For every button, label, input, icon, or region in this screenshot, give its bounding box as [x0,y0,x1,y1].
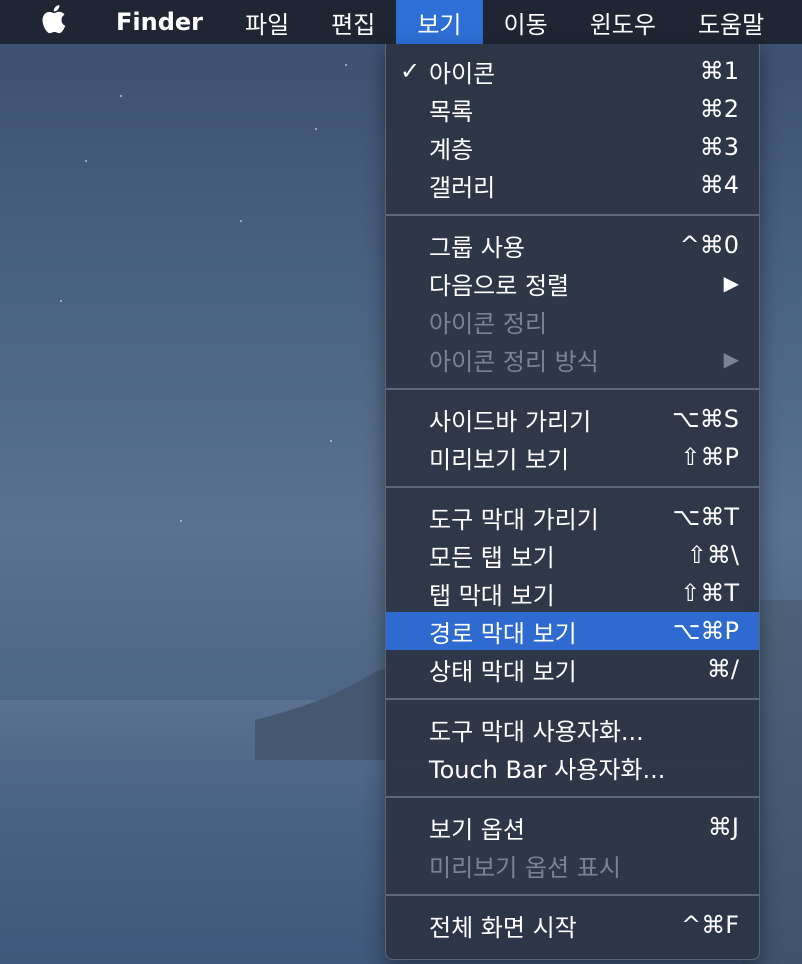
menu-item-shortcut: ⇧⌘T [680,579,739,607]
menu-item[interactable]: 갤러리 ⌘4 [386,166,759,204]
menu-item-shortcut: ⌥⌘P [672,617,739,645]
menu-item-shortcut: ^⌘0 [679,231,739,259]
menu-item: 아이콘 정리 방식 ▶ [386,340,759,378]
menu-separator [386,388,759,390]
menu-item-label: 아이콘 정리 [429,309,548,338]
menu-item-shortcut: ⇧⌘P [680,443,739,471]
menu-item[interactable]: 미리보기 보기 ⇧⌘P [386,438,759,476]
menu-finder[interactable]: Finder [90,0,224,44]
menu-item-label: 다음으로 정렬 [429,271,570,300]
menu-separator [386,214,759,216]
menu-item-label: 상태 막대 보기 [429,657,577,686]
menu-item[interactable]: 경로 막대 보기 ⌥⌘P [386,612,759,650]
menu-item-shortcut: ⌘1 [699,57,739,85]
menu-separator [386,894,759,896]
submenu-arrow-icon: ▶ [723,271,739,295]
menu-item[interactable]: 탭 막대 보기 ⇧⌘T [386,574,759,612]
menu-bar: Finder 파일 편집 보기 이동 윈도우 도움말 [0,0,802,44]
menu-item-label: 미리보기 옵션 표시 [429,853,621,882]
menu-item-shortcut: ⌘3 [699,133,739,161]
menu-separator [386,698,759,700]
menu-item-shortcut: ⌥⌘T [672,503,739,531]
menu-item[interactable]: 그룹 사용 ^⌘0 [386,226,759,264]
menu-go[interactable]: 이동 [483,0,569,44]
menu-edit[interactable]: 편집 [310,0,396,44]
checkmark-icon: ✓ [399,57,421,85]
menu-item-label: 도구 막대 가리기 [429,505,599,534]
menu-item-shortcut: ⌘J [707,813,739,841]
menu-item-label: 갤러리 [429,173,496,202]
menu-item-label: 계층 [429,135,474,164]
menu-item-shortcut: ⇧⌘\ [686,541,739,569]
menu-item-label: 그룹 사용 [429,233,525,262]
menu-help[interactable]: 도움말 [677,0,785,44]
menu-item[interactable]: Touch Bar 사용자화... [386,748,759,786]
menu-item-label: 도구 막대 사용자화... [429,717,644,746]
apple-menu[interactable] [0,0,90,44]
menu-window[interactable]: 윈도우 [569,0,677,44]
menu-item-shortcut: ^⌘F [681,911,739,939]
menu-item[interactable]: 보기 옵션 ⌘J [386,808,759,846]
menu-item[interactable]: 사이드바 가리기 ⌥⌘S [386,400,759,438]
menu-item: 아이콘 정리 [386,302,759,340]
menu-item[interactable]: 전체 화면 시작 ^⌘F [386,906,759,944]
menu-item-label: 경로 막대 보기 [429,619,577,648]
menu-item[interactable]: 도구 막대 가리기 ⌥⌘T [386,498,759,536]
menu-item[interactable]: 다음으로 정렬 ▶ [386,264,759,302]
menu-file[interactable]: 파일 [224,0,310,44]
menu-item-label: 미리보기 보기 [429,445,570,474]
menu-item-label: 아이콘 [429,59,496,88]
menu-item-shortcut: ⌘2 [699,95,739,123]
view-menu-dropdown: ✓ 아이콘 ⌘1 목록 ⌘2 계층 ⌘3 갤러리 ⌘4 그룹 사용 ^⌘0 다음으로 정렬 ▶ 아이콘 정… [385,44,760,960]
menu-item-label: 보기 옵션 [429,815,525,844]
menu-item: 미리보기 옵션 표시 [386,846,759,884]
menu-separator [386,796,759,798]
menu-item-label: 탭 막대 보기 [429,581,555,610]
menu-item-shortcut: ⌘/ [706,655,739,683]
menu-item-label: 모든 탭 보기 [429,543,555,572]
menu-view[interactable]: 보기 [396,0,483,44]
menu-item-label: 사이드바 가리기 [429,407,592,436]
menu-item[interactable]: 모든 탭 보기 ⇧⌘\ [386,536,759,574]
menu-item[interactable]: ✓ 아이콘 ⌘1 [386,52,759,90]
apple-icon [40,4,66,40]
menu-item[interactable]: 도구 막대 사용자화... [386,710,759,748]
menu-item[interactable]: 상태 막대 보기 ⌘/ [386,650,759,688]
menu-separator [386,486,759,488]
menu-item-shortcut: ⌥⌘S [672,405,739,433]
menu-item[interactable]: 목록 ⌘2 [386,90,759,128]
menu-item-label: 목록 [429,97,474,126]
menu-item[interactable]: 계층 ⌘3 [386,128,759,166]
menu-item-label: 아이콘 정리 방식 [429,347,599,376]
menu-item-shortcut: ⌘4 [699,171,739,199]
submenu-arrow-icon: ▶ [723,347,739,371]
menu-item-label: Touch Bar 사용자화... [429,755,666,784]
menu-item-label: 전체 화면 시작 [429,913,577,942]
